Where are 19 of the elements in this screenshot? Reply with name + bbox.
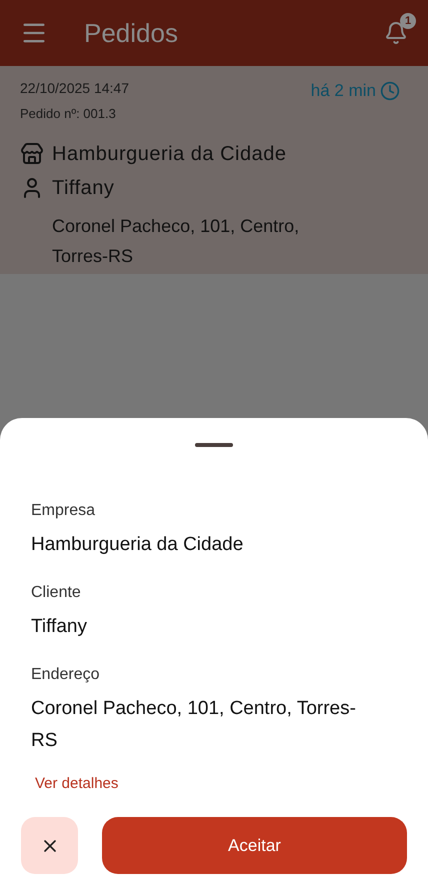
notification-badge: 1 [400,13,416,29]
order-datetime: 22/10/2025 14:47 [20,79,129,98]
drag-handle[interactable] [195,443,233,447]
company-name: Hamburgueria da Cidade [52,142,286,167]
field-value: Tiffany [31,615,88,639]
order-address: Coronel Pacheco, 101, Centro, Torres-RS [52,215,300,268]
store-icon [20,142,44,166]
field-value: Hamburgueria da Cidade [31,533,244,557]
clock-icon [380,80,400,101]
field-value: Coronel Pacheco, 101, Centro, Torres-RS [31,697,357,753]
client-name: Tiffany [52,176,114,201]
order-number: Pedido nº: 001.3 [20,104,117,122]
field-label: Empresa [31,501,96,521]
field-label: Endereço [31,665,100,685]
app-title: Pedidos [84,16,178,50]
field-label: Cliente [31,583,82,603]
details-link[interactable]: Ver detalhes [35,773,397,796]
elapsed-time: há 2 min [310,80,376,102]
accept-button[interactable]: Aceitar [102,817,407,874]
